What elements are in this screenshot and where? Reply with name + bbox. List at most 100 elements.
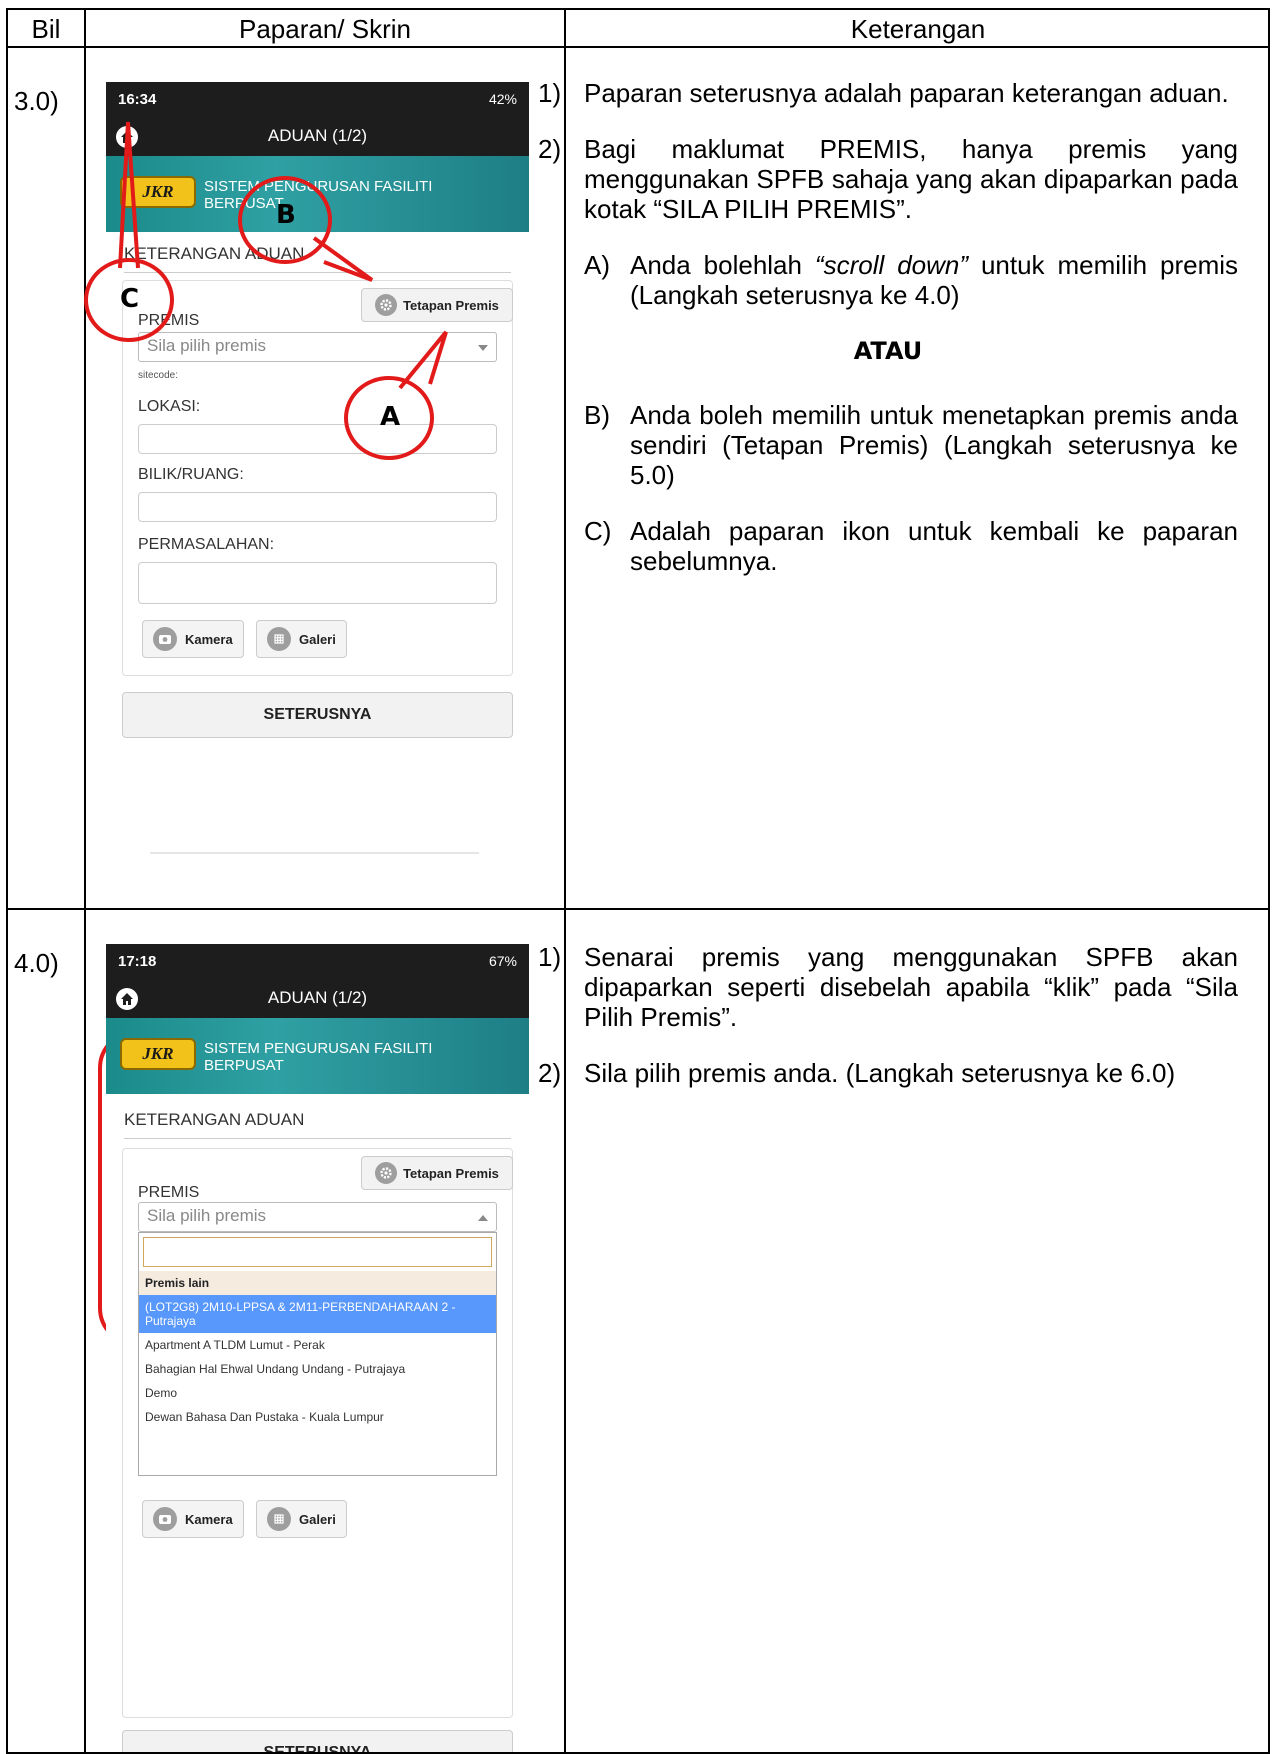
sub-text: Adalah paparan ikon untuk kembali ke pap… — [630, 516, 1238, 576]
phone-screen-premis-list: 17:18 67% ADUAN (1/2) JKR SISTEM PENGURU… — [106, 944, 529, 1752]
kamera-label: Kamera — [185, 1511, 233, 1527]
status-battery: 42% — [488, 91, 517, 107]
app-title: ADUAN (1/2) — [267, 988, 368, 1007]
explanation-row-2: 1) Senarai premis yang menggunakan SPFB … — [538, 942, 1238, 1114]
status-time: 16:34 — [118, 90, 157, 108]
seterusnya-button[interactable]: SETERUSNYA — [122, 692, 513, 738]
sub-number: A) — [584, 250, 610, 280]
explanation-row-1: 1) Paparan seterusnya adalah paparan ket… — [538, 78, 1238, 602]
jkr-logo: JKR — [120, 176, 196, 208]
chevron-down-icon — [478, 345, 488, 351]
atau-label: ATAU — [853, 337, 923, 365]
app-titlebar: ADUAN (1/2) — [106, 978, 529, 1018]
chevron-up-icon — [478, 1215, 488, 1221]
lokasi-input[interactable] — [138, 424, 497, 454]
premis-placeholder: Sila pilih premis — [147, 336, 267, 355]
permasalahan-label: PERMASALAHAN: — [138, 536, 275, 553]
row-number: 4.0) — [14, 948, 59, 978]
explanation-item: 2) Sila pilih premis anda. (Langkah sete… — [538, 1058, 1238, 1088]
status-bar: 16:34 42% — [106, 82, 529, 116]
kamera-label: Kamera — [185, 631, 233, 647]
kamera-button[interactable]: Kamera — [142, 620, 244, 658]
grid-icon — [267, 1507, 291, 1531]
galeri-label: Galeri — [299, 1511, 336, 1527]
explanation-sub-a: A) Anda bolehlah “scroll down” untuk mem… — [538, 250, 1238, 310]
explanation-item: 2) Bagi maklumat PREMIS, hanya premis ya… — [538, 134, 1238, 224]
explanation-item: 1) Senarai premis yang menggunakan SPFB … — [538, 942, 1238, 1032]
tetapan-premis-button[interactable]: Tetapan Premis — [361, 288, 513, 322]
sitecode-label: sitecode: — [138, 370, 179, 381]
app-banner: JKR SISTEM PENGURUSAN FASILITI BERPUSAT — [106, 1018, 529, 1094]
header-keterangan: Keterangan — [850, 13, 986, 44]
instruction-table: Bil Paparan/ Skrin Keterangan 3.0) 16:34… — [6, 8, 1270, 1754]
sub-number: C) — [584, 516, 612, 546]
banner-line: SISTEM PENGURUSAN FASILITI — [204, 1040, 433, 1057]
explanation-item: 1) Paparan seterusnya adalah paparan ket… — [538, 78, 1238, 108]
dropdown-option[interactable]: Demo — [139, 1381, 496, 1405]
status-time: 17:18 — [118, 952, 157, 970]
dropdown-option[interactable]: Bahagian Hal Ehwal Undang Undang - Putra… — [139, 1357, 496, 1381]
item-number: 1) — [538, 78, 562, 108]
dropdown-option[interactable]: Dewan Bahasa Dan Pustaka - Kuala Lumpur — [139, 1405, 496, 1429]
nav-divider — [150, 852, 479, 854]
bilik-input[interactable] — [138, 492, 497, 522]
sub-text: Anda boleh memilih untuk menetapkan prem… — [630, 400, 1238, 490]
item-text: Bagi maklumat PREMIS, hanya premis yang … — [584, 134, 1238, 224]
annotation-label-c: C — [120, 284, 140, 314]
section-divider — [124, 1138, 511, 1139]
permasalahan-input[interactable] — [138, 562, 497, 604]
app-titlebar: ADUAN (1/2) — [106, 116, 529, 156]
gear-icon — [375, 294, 398, 316]
banner-text: SISTEM PENGURUSAN FASILITI BERPUSAT — [204, 1040, 432, 1074]
item-text: Senarai premis yang menggunakan SPFB aka… — [584, 942, 1238, 1032]
home-icon[interactable] — [116, 988, 138, 1010]
row-number: 3.0) — [14, 86, 59, 116]
column-divider — [84, 10, 86, 1752]
status-battery: 67% — [488, 953, 517, 969]
kamera-button[interactable]: Kamera — [142, 1500, 244, 1538]
item-number: 2) — [538, 1058, 562, 1088]
banner-line: BERPUSAT — [204, 1057, 284, 1074]
explanation-sub-c: C) Adalah paparan ikon untuk kembali ke … — [538, 516, 1238, 576]
premis-label: PREMIS — [138, 1184, 200, 1201]
dropdown-option[interactable]: Apartment A TLDM Lumut - Perak — [139, 1333, 496, 1357]
dropdown-group: Premis lain — [139, 1271, 496, 1295]
header-paparan: Paparan/ Skrin — [239, 13, 411, 44]
premis-dropdown: Premis lain (LOT2G8) 2M10-LPPSA & 2M11-P… — [138, 1232, 497, 1476]
camera-icon — [153, 1507, 177, 1531]
galeri-button[interactable]: Galeri — [256, 620, 347, 658]
status-bar: 17:18 67% — [106, 944, 529, 978]
lokasi-label: LOKASI: — [138, 398, 201, 415]
sub-emphasis: “scroll down” — [814, 250, 969, 280]
dropdown-option[interactable]: (LOT2G8) 2M10-LPPSA & 2M11-PERBENDAHARAA… — [139, 1295, 496, 1333]
grid-icon — [267, 627, 291, 651]
row-divider — [8, 908, 1268, 910]
item-text: Sila pilih premis anda. (Langkah seterus… — [584, 1058, 1176, 1088]
tetapan-premis-button[interactable]: Tetapan Premis — [361, 1156, 513, 1190]
item-number: 1) — [538, 942, 562, 972]
annotation-label-a: A — [380, 402, 401, 432]
app-title: ADUAN (1/2) — [267, 126, 368, 145]
galeri-button[interactable]: Galeri — [256, 1500, 347, 1538]
home-icon[interactable] — [116, 126, 138, 148]
camera-icon — [153, 627, 177, 651]
sub-number: B) — [584, 400, 610, 430]
tetapan-label: Tetapan Premis — [403, 1165, 499, 1181]
item-text: Paparan seterusnya adalah paparan ketera… — [584, 78, 1229, 108]
galeri-label: Galeri — [299, 631, 336, 647]
bilik-label: BILIK/RUANG: — [138, 466, 244, 483]
annotation-label-b: B — [276, 200, 296, 230]
item-number: 2) — [538, 134, 562, 164]
jkr-logo: JKR — [120, 1038, 196, 1070]
premis-placeholder: Sila pilih premis — [147, 1206, 267, 1225]
seterusnya-button[interactable]: SETERUSNYA — [122, 1730, 513, 1752]
premis-select[interactable]: Sila pilih premis — [138, 332, 497, 362]
explanation-sub-b: B) Anda boleh memilih untuk menetapkan p… — [538, 400, 1238, 490]
tetapan-label: Tetapan Premis — [403, 297, 499, 313]
sub-text: Anda bolehlah — [630, 250, 815, 280]
dropdown-search-input[interactable] — [143, 1237, 492, 1267]
header-bil: Bil — [31, 13, 61, 44]
premis-select[interactable]: Sila pilih premis — [138, 1202, 497, 1232]
section-title: KETERANGAN ADUAN — [124, 1110, 305, 1129]
section-divider — [124, 272, 511, 273]
